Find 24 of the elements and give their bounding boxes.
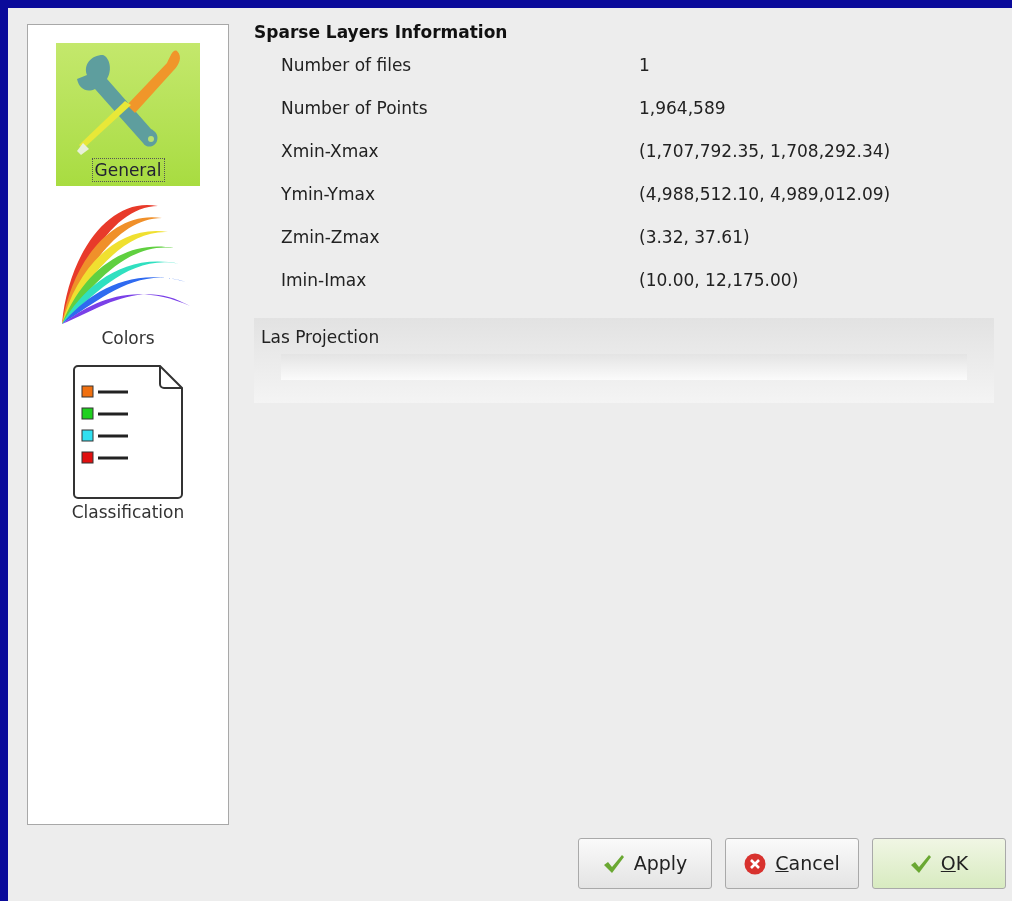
- dialog-button[interactable]: OK: [872, 838, 1006, 889]
- checkmark-icon: [909, 853, 932, 874]
- field-label: Xmin-Xmax: [281, 139, 380, 163]
- field-value: 1,964,589: [639, 96, 726, 120]
- field-value: (10.00, 12,175.00): [639, 268, 799, 292]
- sidebar-item[interactable]: Classification: [48, 364, 208, 528]
- dialog-button[interactable]: Apply: [578, 838, 712, 889]
- field-value: 1: [639, 53, 650, 77]
- checkmark-icon: [602, 853, 625, 874]
- field-value: (4,988,512.10, 4,989,012.09): [639, 182, 891, 206]
- field-label: Number of Points: [281, 96, 429, 120]
- sidebar-item[interactable]: General: [56, 43, 200, 186]
- field-value: (1,707,792.35, 1,708,292.34): [639, 139, 891, 163]
- document-icon: [72, 364, 184, 500]
- field-value: (3.32, 37.61): [639, 225, 750, 249]
- field-label: Ymin-Ymax: [281, 182, 376, 206]
- field-label: Zmin-Zmax: [281, 225, 381, 249]
- field-label: Number of files: [281, 53, 413, 77]
- dialog-button[interactable]: Cancel: [725, 838, 859, 889]
- sidebar-item[interactable]: Colors: [48, 196, 208, 354]
- close-icon: [744, 852, 767, 875]
- field-label: Imin-Imax: [281, 268, 368, 292]
- panel-title: Las Projection: [261, 326, 380, 349]
- section-title: Sparse Layers Information: [254, 21, 509, 44]
